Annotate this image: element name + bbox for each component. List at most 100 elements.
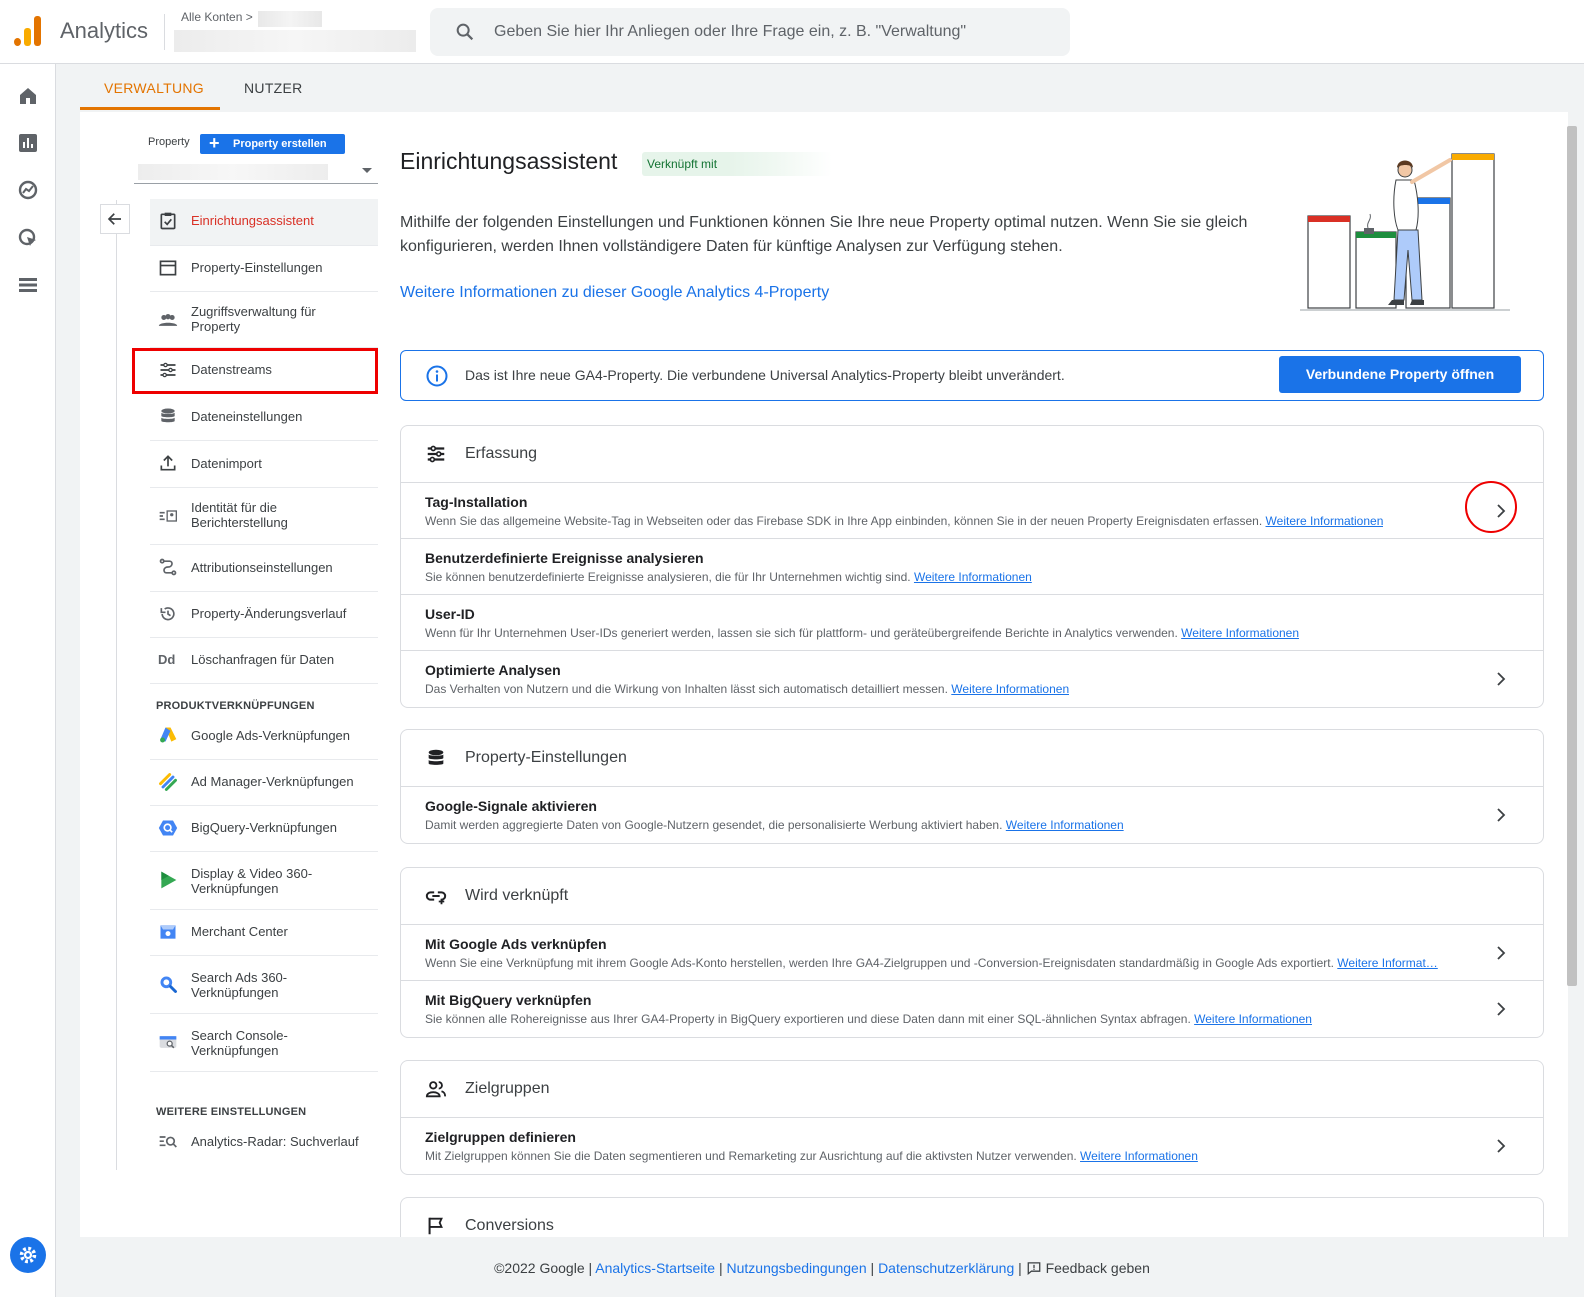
sidebar-item-attribution[interactable]: Attributionseinstellungen [150,545,378,592]
row-user-id[interactable]: User-ID Wenn für Ihr Unternehmen User-ID… [401,595,1543,651]
database-icon [161,408,175,423]
sidebar-item-property-einstellungen[interactable]: Property-Einstellungen [150,246,378,292]
learn-more-link[interactable]: Weitere Informationen [1006,818,1124,832]
sidebar-link-google-ads[interactable]: Google Ads-Verknüpfungen [150,713,378,760]
chevron-right-icon[interactable] [1493,1138,1509,1154]
row-google-signals[interactable]: Google-Signale aktivieren Damit werden a… [401,787,1543,843]
chip-label: Verknüpft mit [647,157,718,171]
attribution-icon [159,558,177,576]
bigquery-icon [158,820,178,836]
footer-link-home[interactable]: Analytics-Startseite [595,1260,715,1276]
row-description-text: Mit Zielgruppen können Sie die Daten seg… [425,1149,1077,1163]
create-property-label: Property erstellen [233,138,327,150]
reports-icon[interactable] [16,131,40,155]
sidebar-link-analytics-radar[interactable]: Analytics-Radar: Suchverlauf [150,1120,378,1166]
scrollbar[interactable] [1567,126,1577,986]
sidebar-item-identitaet[interactable]: Identität für die Berichterstellung [150,488,378,545]
card-property-einstellungen: Property-Einstellungen Google-Signale ak… [400,729,1544,844]
intro-text: Mithilfe der folgenden Einstellungen und… [400,214,1248,255]
feedback-button[interactable]: Feedback geben [1026,1260,1150,1276]
list-icon[interactable] [16,273,40,297]
back-button[interactable] [100,204,130,234]
sidebar-item-label: Analytics-Radar: Suchverlauf [191,1134,359,1149]
sidebar-item-loeschanfragen[interactable]: Dd Löschanfragen für Daten [150,638,378,684]
arrow-left-icon [107,213,121,225]
learn-more-link[interactable]: Weitere Informat… [1337,956,1437,970]
sidebar-link-bigquery[interactable]: BigQuery-Verknüpfungen [150,806,378,852]
learn-more-link[interactable]: Weitere Informationen [1080,1149,1198,1163]
upload-icon [160,455,176,471]
row-define-audiences[interactable]: Zielgruppen definieren Mit Zielgruppen k… [401,1118,1543,1174]
row-link-bigquery[interactable]: Mit BigQuery verknüpfen Sie können alle … [401,981,1543,1037]
sidebar-item-dateneinstellungen[interactable]: Dateneinstellungen [150,394,378,441]
sidebar-item-einrichtungsassistent[interactable]: Einrichtungsassistent [150,199,378,246]
analytics-logo-icon[interactable] [14,16,42,46]
sidebar-item-zugriffsverwaltung[interactable]: Zugriffsverwaltung für Property [150,292,378,348]
page-title: Einrichtungsassistent [400,148,618,174]
sidebar-item-label: Attributionseinstellungen [191,560,333,575]
account-breadcrumb[interactable]: Alle Konten > [181,10,253,24]
history-icon [160,607,175,621]
chevron-right-icon[interactable] [1493,807,1509,823]
streams-icon [427,445,445,463]
row-description: Sie können alle Rohereignisse aus Ihrer … [425,1012,1312,1026]
row-link-google-ads[interactable]: Mit Google Ads verknüpfen Wenn Sie eine … [401,925,1543,981]
learn-more-link[interactable]: Weitere Informationen [1181,626,1299,640]
card-erfassung: Erfassung Tag-Installation Wenn Sie das … [400,425,1544,708]
search-placeholder: Geben Sie hier Ihr Anliegen oder Ihre Fr… [494,23,967,40]
open-linked-property-button[interactable]: Verbundene Property öffnen [1279,356,1521,393]
chevron-right-icon[interactable] [1493,671,1509,687]
redacted-property-name[interactable] [174,30,416,52]
sidebar-item-label: Display & Video 360-Verknüpfungen [191,866,313,896]
row-custom-events[interactable]: Benutzerdefinierte Ereignisse analysiere… [401,539,1543,595]
redacted-property-select [138,164,328,180]
explore-icon[interactable] [16,178,40,202]
search-bar[interactable]: Geben Sie hier Ihr Anliegen oder Ihre Fr… [430,8,1070,56]
row-tag-installation[interactable]: Tag-Installation Wenn Sie das allgemeine… [401,483,1543,539]
sidebar-item-datenimport[interactable]: Datenimport [150,441,378,488]
tab-nutzer[interactable]: NUTZER [244,80,303,96]
home-icon[interactable] [16,84,40,108]
footer-link-terms[interactable]: Nutzungsbedingungen [727,1260,867,1276]
property-label: Property [148,136,190,148]
row-description-text: Wenn Sie das allgemeine Website-Tag in W… [425,514,1263,528]
learn-more-link[interactable]: Weitere Informationen [1194,1012,1312,1026]
card-header: Erfassung [401,426,1543,483]
row-title: Zielgruppen definieren [425,1129,576,1145]
row-enhanced-measurement[interactable]: Optimierte Analysen Das Verhalten von Nu… [401,651,1543,707]
plus-icon: + [209,133,220,153]
sidebar-link-ad-manager[interactable]: Ad Manager-Verknüpfungen [150,760,378,806]
sidebar-item-aenderungsverlauf[interactable]: Property-Änderungsverlauf [150,592,378,638]
learn-more-link[interactable]: Weitere Informationen [914,570,1032,584]
row-description: Wenn Sie eine Verknüpfung mit ihrem Goog… [425,956,1438,970]
row-description-text: Damit werden aggregierte Daten von Googl… [425,818,1003,832]
chevron-right-icon[interactable] [1493,945,1509,961]
learn-more-link[interactable]: Weitere Informationen [951,682,1069,696]
nav-divider [116,200,117,1170]
property-selector[interactable] [134,162,378,184]
section-produktverknuepfungen: PRODUKTVERKNÜPFUNGEN [156,700,315,712]
card-title: Erfassung [465,445,538,462]
row-title: Tag-Installation [425,494,528,510]
learn-more-link[interactable]: Weitere Informationen [1266,514,1384,528]
sidebar-item-label: Google Ads-Verknüpfungen [191,728,351,743]
sidebar-link-dv360[interactable]: Display & Video 360-Verknüpfungen [150,852,378,910]
section-weitere-einstellungen: WEITERE EINSTELLUNGEN [156,1106,307,1118]
row-description-text: Wenn für Ihr Unternehmen User-IDs generi… [425,626,1178,640]
sidebar-link-search-ads-360[interactable]: Search Ads 360-Verknüpfungen [150,956,378,1014]
sidebar-link-merchant-center[interactable]: Merchant Center [150,910,378,956]
sidebar-link-search-console[interactable]: Search Console-Verknüpfungen [150,1014,378,1072]
create-property-button[interactable]: + Property erstellen [200,133,345,154]
app-title: Analytics [60,18,149,43]
footer-link-privacy[interactable]: Datenschutzerklärung [878,1260,1014,1276]
row-title: Mit Google Ads verknüpfen [425,936,607,952]
row-description: Das Verhalten von Nutzern und die Wirkun… [425,682,1069,696]
more-info-link[interactable]: Weitere Informationen zu dieser Google A… [400,284,829,302]
admin-tabs: VERWALTUNG NUTZER [80,64,1584,112]
checklist-icon [160,212,176,230]
advertising-icon[interactable] [16,226,40,250]
tab-verwaltung[interactable]: VERWALTUNG [104,80,204,96]
sidebar-item-label: Search Console-Verknüpfungen [191,1028,288,1058]
sidebar-item-label: BigQuery-Verknüpfungen [191,820,337,835]
chevron-right-icon[interactable] [1493,1001,1509,1017]
